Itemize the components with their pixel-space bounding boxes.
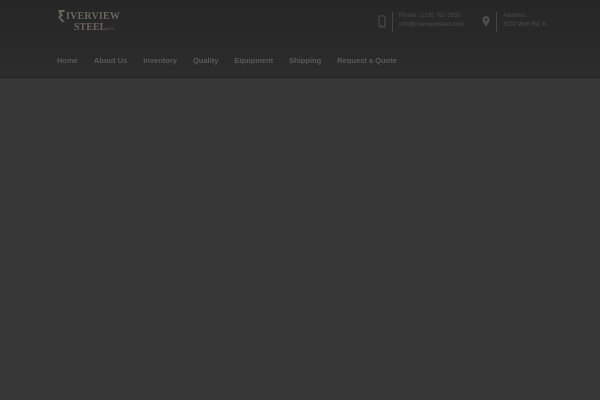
logo-text-line2: STEEL — [74, 22, 107, 33]
site-header: IVERVIEW STEEL INC. Phone: (219) 762-265… — [0, 0, 600, 78]
nav-item-home[interactable]: Home — [57, 56, 78, 65]
logo-text-line1: IVERVIEW — [66, 11, 121, 22]
page: IVERVIEW STEEL INC. Phone: (219) 762-265… — [0, 0, 600, 400]
contact-divider — [496, 12, 497, 32]
map-pin-icon — [482, 16, 490, 27]
nav-item-request-quote[interactable]: Request a Quote — [337, 56, 397, 65]
nav-item-quality[interactable]: Quality — [193, 56, 218, 65]
email-link[interactable]: info@riverviewsteel.com — [399, 21, 464, 30]
mobile-phone-icon — [378, 15, 386, 28]
phone-number[interactable]: Phone: (219) 762-2650 — [399, 12, 464, 21]
nav-item-shipping[interactable]: Shipping — [289, 56, 321, 65]
nav-item-equipment[interactable]: Equipment — [234, 56, 273, 65]
contact-address: Address: 3030 Wolf Rd, IL — [481, 12, 548, 34]
nav-item-about-us[interactable]: About Us — [94, 56, 127, 65]
logo[interactable]: IVERVIEW STEEL INC. — [57, 9, 127, 35]
address-value: 3030 Wolf Rd, IL — [503, 22, 548, 28]
logo-tagline: INC. — [107, 26, 117, 31]
main-nav: Home About Us Inventory Quality Equipmen… — [57, 56, 413, 65]
contact-divider — [392, 12, 393, 32]
contact-address-text: Address: 3030 Wolf Rd, IL — [503, 12, 548, 30]
nav-item-inventory[interactable]: Inventory — [143, 56, 177, 65]
contact-phone: Phone: (219) 762-2650 info@riverviewstee… — [377, 12, 464, 34]
address-label: Address: — [503, 13, 527, 19]
contact-phone-text: Phone: (219) 762-2650 info@riverviewstee… — [399, 12, 464, 30]
main-content-area — [0, 78, 600, 400]
